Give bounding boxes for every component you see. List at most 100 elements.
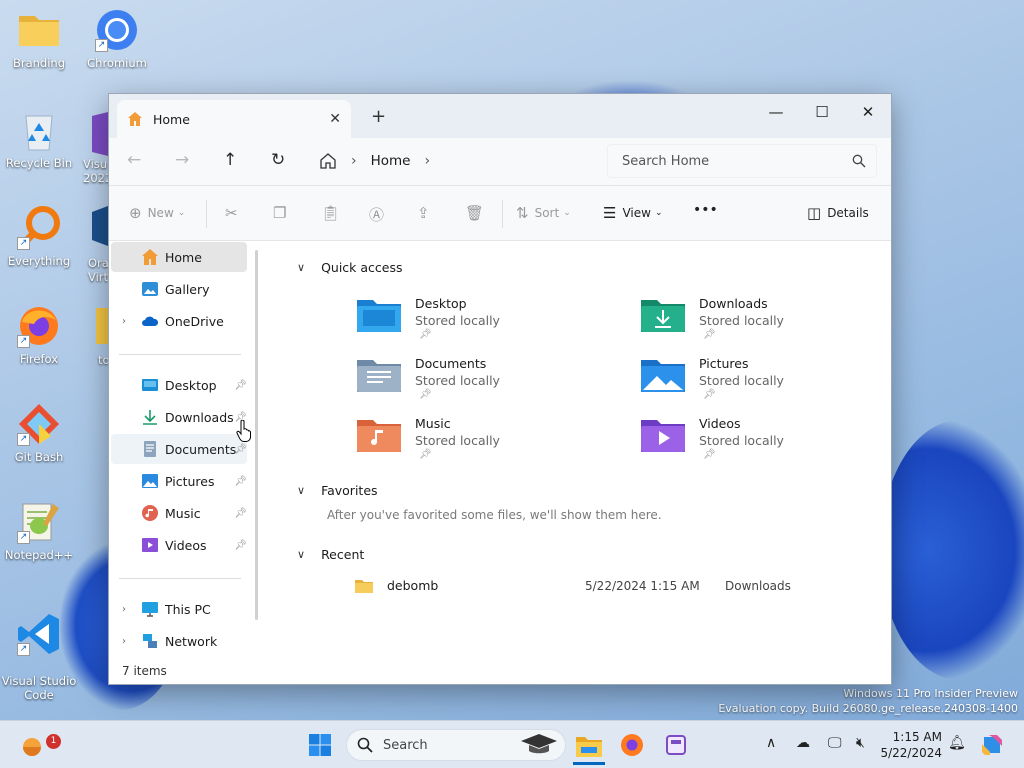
recent-file-name: debomb <box>387 578 439 593</box>
status-bar-item-count: 7 items <box>122 664 167 678</box>
section-recent[interactable]: ∨ Recent <box>297 547 364 562</box>
display-icon[interactable]: 🖵︎ <box>828 735 842 751</box>
chevron-down-icon[interactable]: ∨ <box>297 548 305 561</box>
desktop-icon-branding[interactable]: Branding <box>1 8 77 70</box>
desktop-icon-chromium[interactable]: ↗ Chromium <box>79 8 155 70</box>
pin-icon: 📌︎ <box>234 539 247 551</box>
view-list-icon: ☰ <box>603 204 617 222</box>
taskbar-firefox[interactable] <box>616 729 648 761</box>
windows-logo-icon <box>309 734 331 756</box>
cut-button[interactable]: ✂ <box>225 204 244 222</box>
rename-icon: Ⓐ <box>369 206 385 224</box>
search-input[interactable]: Search Home <box>622 154 852 169</box>
desktop-icon-firefox[interactable]: ↗ Firefox <box>1 304 77 366</box>
pin-icon: 📌︎ <box>234 507 247 519</box>
recent-file-row[interactable]: debomb 5/22/2024 1:15 AM Downloads <box>355 578 815 593</box>
favorites-empty-message: After you've favorited some files, we'll… <box>327 508 662 522</box>
nav-item-home[interactable]: Home <box>111 242 247 272</box>
taskbar-app[interactable] <box>660 729 692 761</box>
pin-icon: 📌︎ <box>234 475 247 487</box>
onedrive-offline-icon[interactable]: ☁︎ <box>796 735 810 751</box>
documents-icon <box>144 441 156 457</box>
back-button[interactable]: ← <box>127 150 141 170</box>
recycle-bin-icon <box>25 115 53 151</box>
nav-item-pictures[interactable]: Pictures 📌︎ <box>111 466 247 496</box>
breadcrumb-chevron-icon[interactable]: › <box>424 153 430 169</box>
paste-button[interactable]: 📋︎ <box>321 204 346 222</box>
quick-access-item[interactable]: Music Stored locally 📌︎ <box>357 416 500 460</box>
minimize-button[interactable]: — <box>753 98 799 126</box>
chevron-right-icon[interactable]: › <box>122 316 126 327</box>
section-quick-access[interactable]: ∨ Quick access <box>297 260 403 275</box>
chevron-right-icon[interactable]: › <box>122 636 126 647</box>
start-button[interactable] <box>304 729 336 761</box>
network-volume-icon[interactable]: 🔇︎ <box>856 735 865 751</box>
nav-item-documents[interactable]: Documents 📌︎ <box>111 434 247 464</box>
tab-home[interactable]: Home ✕ <box>117 100 351 138</box>
command-bar: ⊕ New ⌄ ✂ ❐ 📋︎ Ⓐ ⇪ 🗑︎ ⇅ Sort ⌄ ☰ View ⌄ ••• ◫ D… <box>109 186 891 241</box>
up-button[interactable]: ↑ <box>223 150 237 170</box>
taskbar-file-explorer[interactable] <box>573 729 605 765</box>
nav-item-music[interactable]: Music 📌︎ <box>111 498 247 528</box>
nav-item-videos[interactable]: Videos 📌︎ <box>111 530 247 560</box>
maximize-button[interactable]: ☐ <box>799 98 845 126</box>
videos-icon <box>142 538 158 552</box>
chevron-down-icon[interactable]: ∨ <box>297 484 305 497</box>
music-icon <box>142 505 158 521</box>
desktop-icon-recycle-bin[interactable]: Recycle Bin <box>1 108 77 170</box>
pictures-folder-icon <box>641 360 685 392</box>
search-box[interactable]: Search Home <box>607 144 877 178</box>
desktop-icon-vscode[interactable]: ↗ Visual Studio Code <box>1 598 77 716</box>
taskbar-search[interactable]: Search <box>346 729 566 761</box>
quick-access-item[interactable]: Desktop Stored locally 📌︎ <box>357 296 500 340</box>
chevron-down-icon[interactable]: ∨ <box>297 261 305 274</box>
desktop-icon-label: Ora <box>88 256 109 270</box>
close-window-button[interactable]: ✕ <box>845 98 891 126</box>
breadcrumb-current[interactable]: Home <box>371 153 411 169</box>
nav-item-downloads[interactable]: Downloads 📌︎ <box>111 402 247 432</box>
view-button[interactable]: ☰ View ⌄ <box>603 204 662 222</box>
sort-button[interactable]: ⇅ Sort ⌄ <box>516 204 571 222</box>
quick-access-item[interactable]: Pictures Stored locally 📌︎ <box>641 356 784 400</box>
address-bar[interactable]: › Home › <box>311 144 595 178</box>
desktop-icon-everything[interactable]: ↗ Everything <box>1 206 77 268</box>
desktop-icon-git-bash[interactable]: ↗ Git Bash <box>1 402 77 464</box>
share-icon: ⇪ <box>417 204 430 222</box>
shortcut-arrow-icon: ↗ <box>95 39 108 52</box>
hand-cursor-icon <box>236 420 251 442</box>
nav-item-desktop[interactable]: Desktop 📌︎ <box>111 370 247 400</box>
desktop-icon-notepad-plus-plus[interactable]: ↗ Notepad++ <box>1 500 77 562</box>
copy-button[interactable]: ❐ <box>273 204 292 222</box>
app-window-icon <box>666 735 686 755</box>
new-tab-button[interactable]: + <box>371 106 386 127</box>
search-icon <box>852 154 866 168</box>
refresh-button[interactable]: ↻ <box>271 150 285 170</box>
nav-item-onedrive[interactable]: › OneDrive <box>111 306 247 336</box>
folder-icon <box>96 308 108 344</box>
weather-widget[interactable]: 1 <box>16 729 61 761</box>
quick-access-item[interactable]: Videos Stored locally 📌︎ <box>641 416 784 460</box>
close-tab-icon[interactable]: ✕ <box>329 111 341 127</box>
forward-button[interactable]: → <box>175 150 189 170</box>
rename-button[interactable]: Ⓐ <box>369 204 390 225</box>
copilot-button[interactable] <box>976 729 1008 761</box>
show-hidden-icons-chevron-icon[interactable]: ∧ <box>766 735 776 751</box>
quick-access-item[interactable]: Downloads Stored locally 📌︎ <box>641 296 784 340</box>
share-button[interactable]: ⇪ <box>417 204 436 222</box>
content-pane: ∨ Quick access Desktop Stored locally 📌︎ Do… <box>269 242 891 684</box>
taskbar: 1 Search ∧ ☁︎ 🖵︎ 🔇︎ 1:15 AM 5/22/2024 🔔︎ <box>0 720 1024 768</box>
quick-access-item[interactable]: Documents Stored locally 📌︎ <box>357 356 500 400</box>
chevron-right-icon[interactable]: › <box>122 604 126 615</box>
nav-item-this-pc[interactable]: › This PC <box>111 594 247 624</box>
details-button[interactable]: ◫ Details <box>807 204 869 222</box>
bell-icon[interactable]: 🔔︎ <box>948 735 966 751</box>
nav-scrollbar[interactable] <box>255 250 258 620</box>
nav-item-gallery[interactable]: Gallery <box>111 274 247 304</box>
taskbar-clock[interactable]: 1:15 AM 5/22/2024 <box>872 729 942 761</box>
see-more-button[interactable]: ••• <box>693 202 718 218</box>
new-button[interactable]: ⊕ New ⌄ <box>129 204 185 222</box>
pictures-icon <box>142 474 158 488</box>
section-favorites[interactable]: ∨ Favorites <box>297 483 378 498</box>
nav-item-network[interactable]: › Network <box>111 626 247 656</box>
delete-button[interactable]: 🗑︎ <box>465 204 490 222</box>
